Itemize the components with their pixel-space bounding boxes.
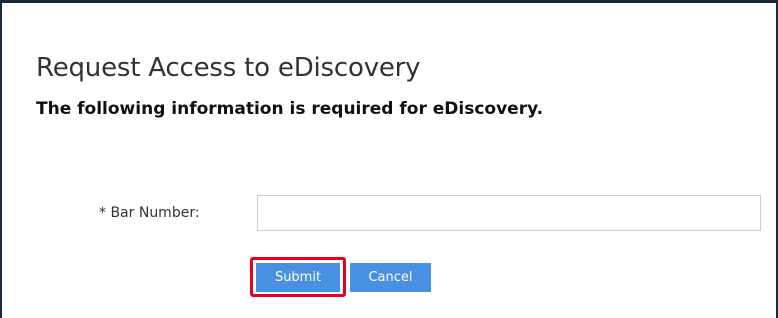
page-subtitle: The following information is required fo… [36, 99, 544, 119]
cancel-button[interactable]: Cancel [350, 263, 431, 292]
dialog-panel: Request Access to eDiscovery The followi… [0, 0, 778, 318]
page-title: Request Access to eDiscovery [36, 53, 421, 83]
submit-button[interactable]: Submit [256, 263, 340, 292]
bar-number-label: * Bar Number: [99, 205, 200, 221]
bar-number-input[interactable] [257, 195, 761, 231]
